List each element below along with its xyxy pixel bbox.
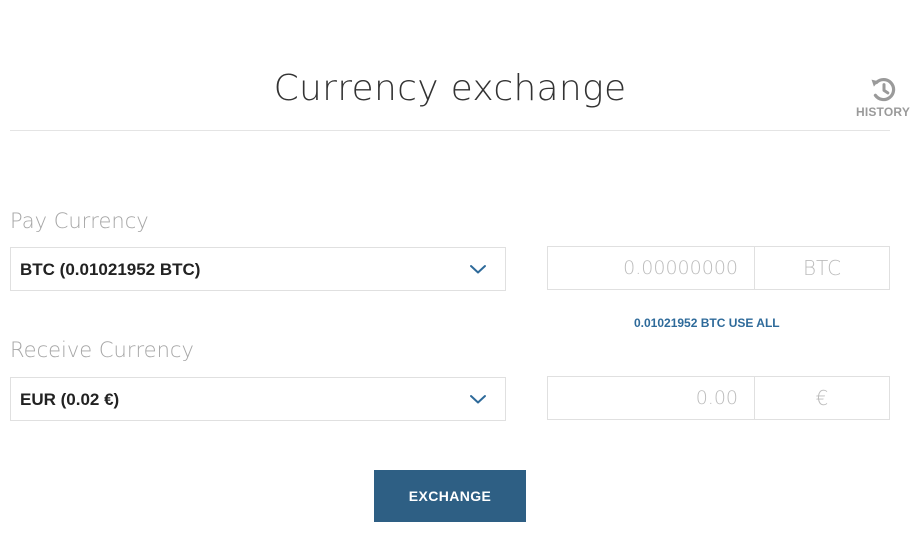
- chevron-down-icon: [470, 395, 486, 404]
- pay-unit-label: BTC: [754, 247, 889, 289]
- use-all-link[interactable]: 0.01021952 BTC USE ALL: [634, 316, 780, 330]
- chevron-down-icon: [470, 265, 486, 274]
- receive-unit-label: €: [754, 377, 889, 419]
- receive-amount-input[interactable]: [548, 377, 754, 419]
- currency-exchange-page: Currency exchange HISTORY Pay Currency B…: [0, 0, 914, 551]
- history-icon: [871, 77, 896, 102]
- pay-amount-group: BTC: [547, 246, 890, 290]
- pay-currency-label: Pay Currency: [10, 209, 149, 233]
- receive-amount-group: €: [547, 376, 890, 420]
- pay-currency-value: BTC (0.01021952 BTC): [20, 260, 201, 279]
- pay-currency-select[interactable]: BTC (0.01021952 BTC): [10, 247, 506, 291]
- pay-amount-input[interactable]: [548, 247, 754, 289]
- page-title: Currency exchange: [273, 68, 627, 109]
- receive-currency-value: EUR (0.02 €): [20, 390, 120, 409]
- history-button[interactable]: HISTORY: [852, 76, 914, 119]
- receive-currency-label: Receive Currency: [10, 338, 194, 362]
- receive-currency-select[interactable]: EUR (0.02 €): [10, 377, 506, 421]
- history-label: HISTORY: [855, 105, 911, 119]
- title-divider: [10, 130, 890, 131]
- exchange-button[interactable]: EXCHANGE: [374, 470, 526, 522]
